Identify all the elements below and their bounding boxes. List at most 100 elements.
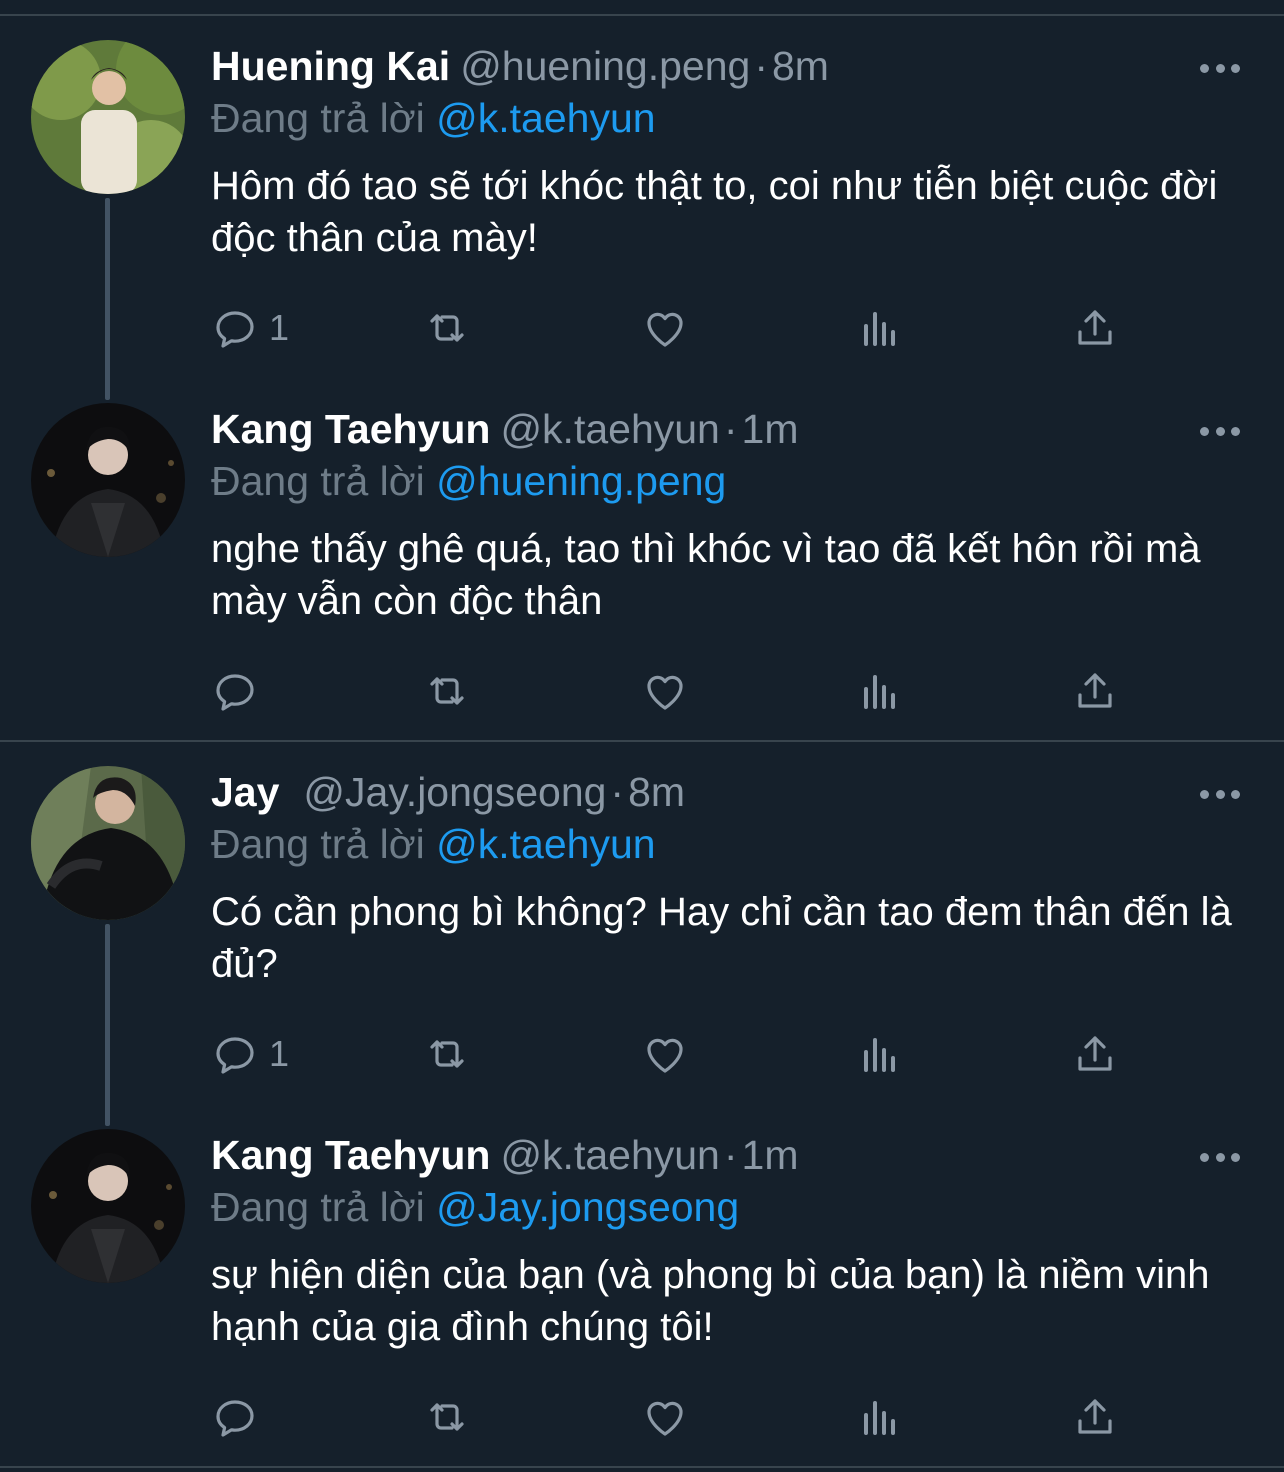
- tweet[interactable]: Kang Taehyun @k.taehyun·1m Đang trả lời @…: [0, 403, 1284, 733]
- separator: ·: [723, 406, 738, 452]
- thread-divider: [0, 740, 1284, 742]
- tweet-text: Hôm đó tao sẽ tới khóc thật to, coi như …: [211, 164, 1218, 260]
- tweet[interactable]: Jay @Jay.jongseong·8m Đang trả lời @k.tae…: [0, 766, 1284, 1096]
- views-button[interactable]: [856, 1029, 904, 1079]
- reply-button[interactable]: 1: [211, 1029, 289, 1079]
- avatar-image: [31, 766, 185, 920]
- reply-prefix: Đang trả lời: [211, 95, 425, 141]
- more-icon-dot: [1231, 789, 1240, 799]
- reply-context: Đang trả lời @k.taehyun: [211, 818, 1244, 870]
- more-button[interactable]: [1200, 1150, 1240, 1164]
- action-bar: 1: [211, 1029, 1211, 1079]
- share-icon: [1078, 1399, 1112, 1434]
- share-icon: [1078, 310, 1112, 345]
- tweet-content: Kang Taehyun @k.taehyun·1m Đang trả lời @…: [211, 1129, 1244, 1353]
- share-button[interactable]: [1071, 666, 1119, 716]
- reply-context: Đang trả lời @k.taehyun: [211, 92, 1244, 144]
- timestamp[interactable]: 8m: [628, 769, 685, 815]
- tweet-text: Có cần phong bì không? Hay chỉ cần tao đ…: [211, 890, 1232, 986]
- reply-prefix: Đang trả lời: [211, 1184, 425, 1230]
- reply-mention-link[interactable]: @k.taehyun: [436, 821, 655, 867]
- reply-mention-link[interactable]: @huening.peng: [436, 458, 726, 504]
- tweet-content: Jay @Jay.jongseong·8m Đang trả lời @k.tae…: [211, 766, 1244, 990]
- user-handle[interactable]: @k.taehyun: [500, 406, 719, 452]
- display-name[interactable]: Kang Taehyun: [211, 1132, 490, 1178]
- timestamp[interactable]: 1m: [742, 1132, 799, 1178]
- more-icon-dot: [1215, 63, 1225, 73]
- display-name[interactable]: Jay: [211, 769, 279, 815]
- avatar-image: [31, 40, 185, 194]
- tweet[interactable]: Huening Kai @huening.peng·8m Đang trả lời…: [0, 40, 1284, 370]
- reply-prefix: Đang trả lời: [211, 821, 425, 867]
- share-button[interactable]: [1071, 1029, 1119, 1079]
- like-button[interactable]: [641, 1392, 689, 1442]
- separator: ·: [610, 769, 625, 815]
- more-button[interactable]: [1200, 424, 1240, 438]
- reply-button[interactable]: [211, 1392, 269, 1442]
- share-icon: [1078, 673, 1112, 708]
- views-button[interactable]: [856, 303, 904, 353]
- reply-context: Đang trả lời @Jay.jongseong: [211, 1181, 1244, 1233]
- tweet[interactable]: Kang Taehyun @k.taehyun·1m Đang trả lời @…: [0, 1129, 1284, 1459]
- retweet-icon: [430, 314, 464, 342]
- share-icon: [1078, 1036, 1112, 1071]
- views-icon: [864, 1401, 895, 1435]
- action-bar: 1: [211, 303, 1211, 353]
- retweet-icon: [430, 1403, 464, 1431]
- reply-mention-link[interactable]: @k.taehyun: [436, 95, 655, 141]
- tweet-header: Jay @Jay.jongseong·8m: [211, 766, 1244, 818]
- display-name[interactable]: Kang Taehyun: [211, 406, 490, 452]
- avatar[interactable]: [31, 1129, 185, 1283]
- reply-context: Đang trả lời @huening.peng: [211, 455, 1244, 507]
- more-icon: [1200, 1152, 1209, 1162]
- like-icon: [647, 1401, 683, 1436]
- more-icon: [1200, 789, 1209, 799]
- like-button[interactable]: [641, 1029, 689, 1079]
- reply-icon: [216, 311, 254, 348]
- avatar[interactable]: [31, 40, 185, 194]
- avatar-image: [31, 403, 185, 557]
- avatar[interactable]: [31, 403, 185, 557]
- more-button[interactable]: [1200, 787, 1240, 801]
- user-handle[interactable]: @Jay.jongseong: [303, 769, 606, 815]
- share-button[interactable]: [1071, 303, 1119, 353]
- tweet-content: Kang Taehyun @k.taehyun·1m Đang trả lời @…: [211, 403, 1244, 627]
- separator: ·: [754, 43, 768, 89]
- tweet-text: sự hiện diện của bạn (và phong bì của bạ…: [211, 1253, 1210, 1349]
- more-icon-dot: [1215, 1152, 1225, 1162]
- like-button[interactable]: [641, 666, 689, 716]
- retweet-icon: [430, 1040, 464, 1068]
- reply-icon: [216, 674, 254, 711]
- avatar-image: [31, 1129, 185, 1283]
- user-handle[interactable]: @k.taehyun: [500, 1132, 719, 1178]
- like-button[interactable]: [641, 303, 689, 353]
- more-icon-dot: [1215, 426, 1225, 436]
- more-button[interactable]: [1200, 61, 1240, 75]
- display-name[interactable]: Huening Kai: [211, 43, 450, 89]
- more-icon-dot: [1231, 63, 1240, 73]
- reply-prefix: Đang trả lời: [211, 458, 425, 504]
- reply-button[interactable]: 1: [211, 303, 289, 353]
- views-icon: [864, 675, 895, 709]
- retweet-button[interactable]: [423, 666, 471, 716]
- retweet-button[interactable]: [423, 1392, 471, 1442]
- bottom-divider: [0, 1466, 1284, 1468]
- more-icon-dot: [1231, 1152, 1240, 1162]
- share-button[interactable]: [1071, 1392, 1119, 1442]
- action-bar: [211, 666, 1211, 716]
- retweet-button[interactable]: [423, 1029, 471, 1079]
- views-button[interactable]: [856, 666, 904, 716]
- retweet-button[interactable]: [423, 303, 471, 353]
- timestamp[interactable]: 1m: [742, 406, 799, 452]
- like-icon: [647, 675, 683, 710]
- reply-button[interactable]: [211, 666, 269, 716]
- avatar[interactable]: [31, 766, 185, 920]
- reply-count: 1: [269, 1033, 290, 1074]
- more-icon-dot: [1215, 789, 1225, 799]
- reply-mention-link[interactable]: @Jay.jongseong: [436, 1184, 739, 1230]
- views-button[interactable]: [856, 1392, 904, 1442]
- more-icon: [1200, 426, 1209, 436]
- top-divider: [0, 14, 1284, 16]
- user-handle[interactable]: @huening.peng: [460, 43, 750, 89]
- timestamp[interactable]: 8m: [772, 43, 829, 89]
